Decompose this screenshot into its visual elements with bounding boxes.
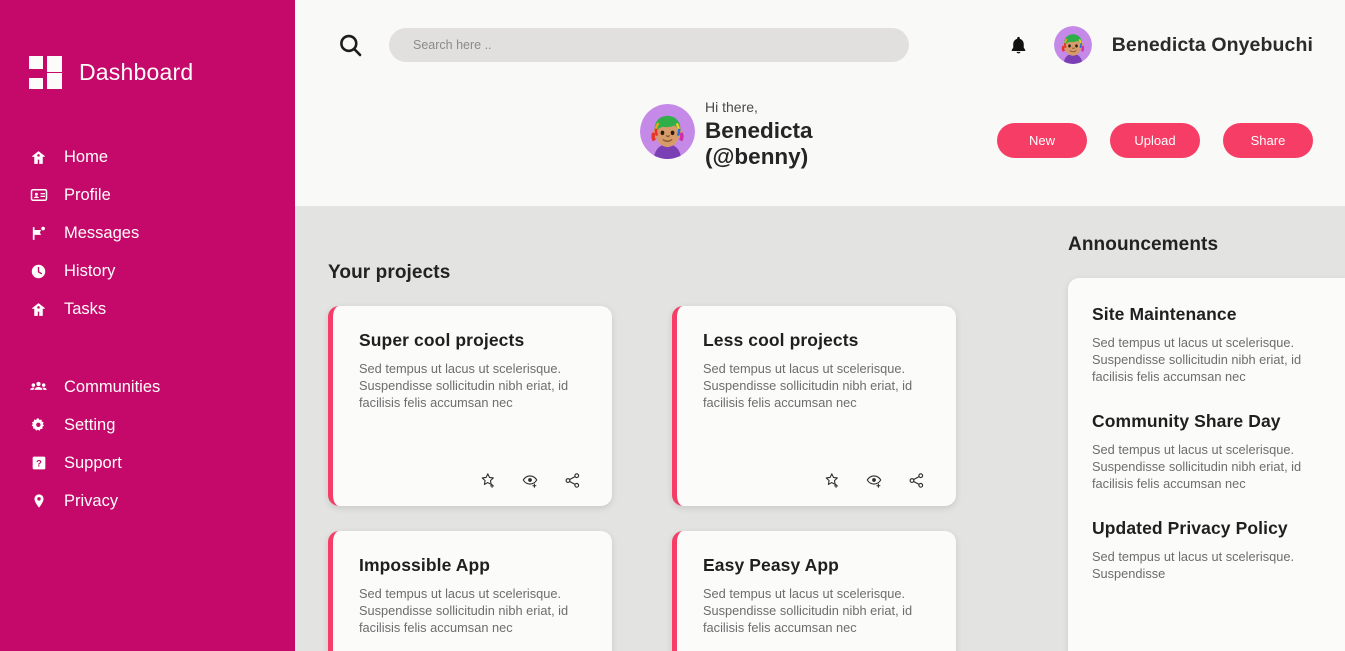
svg-text:?: ? xyxy=(36,459,42,469)
announcement-title: Updated Privacy Policy xyxy=(1092,518,1288,539)
greeting-name-line1: Benedicta xyxy=(705,117,813,143)
project-card[interactable]: Super cool projects Sed tempus ut lacus … xyxy=(328,306,612,506)
home-icon xyxy=(29,300,48,319)
sidebar-item-label: Profile xyxy=(64,185,111,204)
sidebar-item-label: History xyxy=(64,261,116,280)
flag-icon xyxy=(29,224,48,243)
search-input[interactable] xyxy=(389,28,909,62)
share-button[interactable]: Share xyxy=(1223,122,1313,158)
eye-plus-icon[interactable] xyxy=(520,470,540,490)
topbar-right: Benedicta Onyebuchi xyxy=(1004,26,1313,64)
avatar[interactable] xyxy=(1053,26,1092,64)
main-area: Benedicta Onyebuchi xyxy=(295,0,1345,651)
bell-icon[interactable] xyxy=(1004,30,1034,60)
sidebar-item-communities[interactable]: Communities xyxy=(0,368,295,406)
upload-button[interactable]: Upload xyxy=(1110,122,1200,158)
search-icon[interactable] xyxy=(333,28,367,62)
sidebar-item-history[interactable]: History xyxy=(0,252,295,290)
announcements-card: Site Maintenance Sed tempus ut lacus ut … xyxy=(1068,278,1345,651)
sidebar-item-support[interactable]: ? Support xyxy=(0,444,295,482)
announcement-title: Community Share Day xyxy=(1092,411,1281,432)
share-icon[interactable] xyxy=(562,470,582,490)
question-box-icon: ? xyxy=(29,454,48,473)
project-title: Easy Peasy App xyxy=(703,555,839,575)
projects-grid: Super cool projects Sed tempus ut lacus … xyxy=(328,306,1050,651)
location-pin-icon xyxy=(29,492,48,511)
sidebar-item-profile[interactable]: Profile xyxy=(0,176,295,214)
clock-icon xyxy=(29,262,48,281)
project-description: Sed tempus ut lacus ut scelerisque. Susp… xyxy=(703,361,913,410)
sidebar-item-label: Messages xyxy=(64,223,140,242)
eye-plus-icon[interactable] xyxy=(864,470,884,490)
star-plus-icon[interactable] xyxy=(822,470,842,490)
project-card[interactable]: Impossible App Sed tempus ut lacus ut sc… xyxy=(328,531,612,651)
content-area: Your projects Super cool projects Sed te… xyxy=(295,206,1345,651)
announcements-column: Announcements Site Maintenance Sed tempu… xyxy=(1050,206,1345,651)
sidebar-item-setting[interactable]: Setting xyxy=(0,406,295,444)
sidebar-item-messages[interactable]: Messages xyxy=(0,214,295,252)
people-group-icon xyxy=(29,378,48,397)
project-description: Sed tempus ut lacus ut scelerisque. Susp… xyxy=(703,586,913,635)
greeting-text: Hi there, Benedicta (@benny) xyxy=(705,100,813,170)
sidebar-nav-primary: Home Profile Messages History Tasks xyxy=(0,138,295,328)
project-card[interactable]: Less cool projects Sed tempus ut lacus u… xyxy=(672,306,956,506)
dashboard-app: Dashboard Home Profile Messages History … xyxy=(0,0,1345,651)
project-title: Less cool projects xyxy=(703,330,859,350)
projects-column: Your projects Super cool projects Sed te… xyxy=(295,206,1050,651)
grid-logo-icon xyxy=(29,56,62,89)
announcement-title: Site Maintenance xyxy=(1092,304,1237,324)
announcement-item[interactable]: Site Maintenance Sed tempus ut lacus ut … xyxy=(1092,304,1319,385)
sidebar-item-label: Tasks xyxy=(64,299,107,318)
star-plus-icon[interactable] xyxy=(478,470,498,490)
page-title: Your projects xyxy=(328,262,451,283)
project-title: Impossible App xyxy=(359,555,491,575)
announcement-description: Sed tempus ut lacus ut scelerisque. Susp… xyxy=(1092,549,1295,582)
user-name: Benedicta Onyebuchi xyxy=(1111,33,1313,56)
card-actions xyxy=(703,470,934,490)
new-button[interactable]: New xyxy=(997,122,1087,158)
project-description: Sed tempus ut lacus ut scelerisque. Susp… xyxy=(359,586,569,635)
sidebar-item-label: Communities xyxy=(64,377,161,396)
gear-icon xyxy=(29,416,48,435)
sidebar-item-home[interactable]: Home xyxy=(0,138,295,176)
sidebar-nav-secondary: Communities Setting ? Support Privacy xyxy=(0,368,295,520)
topbar: Benedicta Onyebuchi xyxy=(295,0,1345,90)
greeting-hi: Hi there, xyxy=(705,99,758,115)
sidebar-item-privacy[interactable]: Privacy xyxy=(0,482,295,520)
sidebar-item-tasks[interactable]: Tasks xyxy=(0,290,295,328)
announcement-description: Sed tempus ut lacus ut scelerisque. Susp… xyxy=(1092,335,1302,385)
greeting-row: Hi there, Benedicta (@benny) New Upload … xyxy=(295,90,1345,170)
id-card-icon xyxy=(29,186,48,205)
brand[interactable]: Dashboard xyxy=(0,0,295,89)
greeting-name-line2: (@benny) xyxy=(705,144,809,169)
home-icon xyxy=(29,148,48,167)
project-description: Sed tempus ut lacus ut scelerisque. Susp… xyxy=(359,361,569,410)
announcement-item[interactable]: Updated Privacy Policy Sed tempus ut lac… xyxy=(1092,518,1319,582)
card-actions xyxy=(359,470,590,490)
announcements-title: Announcements xyxy=(1068,234,1219,255)
project-title: Super cool projects xyxy=(359,330,525,350)
announcement-description: Sed tempus ut lacus ut scelerisque. Susp… xyxy=(1092,442,1302,492)
announcement-item[interactable]: Community Share Day Sed tempus ut lacus … xyxy=(1092,411,1319,492)
sidebar-item-label: Support xyxy=(64,453,122,472)
sidebar-item-label: Home xyxy=(64,147,109,166)
share-icon[interactable] xyxy=(906,470,926,490)
header-actions: New Upload Share xyxy=(997,122,1313,158)
header-band: Benedicta Onyebuchi xyxy=(295,0,1345,206)
sidebar-item-label: Setting xyxy=(64,415,116,434)
sidebar: Dashboard Home Profile Messages History … xyxy=(0,0,295,651)
greeting-avatar[interactable] xyxy=(640,104,695,159)
project-card[interactable]: Easy Peasy App Sed tempus ut lacus ut sc… xyxy=(672,531,956,651)
brand-title: Dashboard xyxy=(79,59,194,85)
sidebar-item-label: Privacy xyxy=(64,491,119,510)
